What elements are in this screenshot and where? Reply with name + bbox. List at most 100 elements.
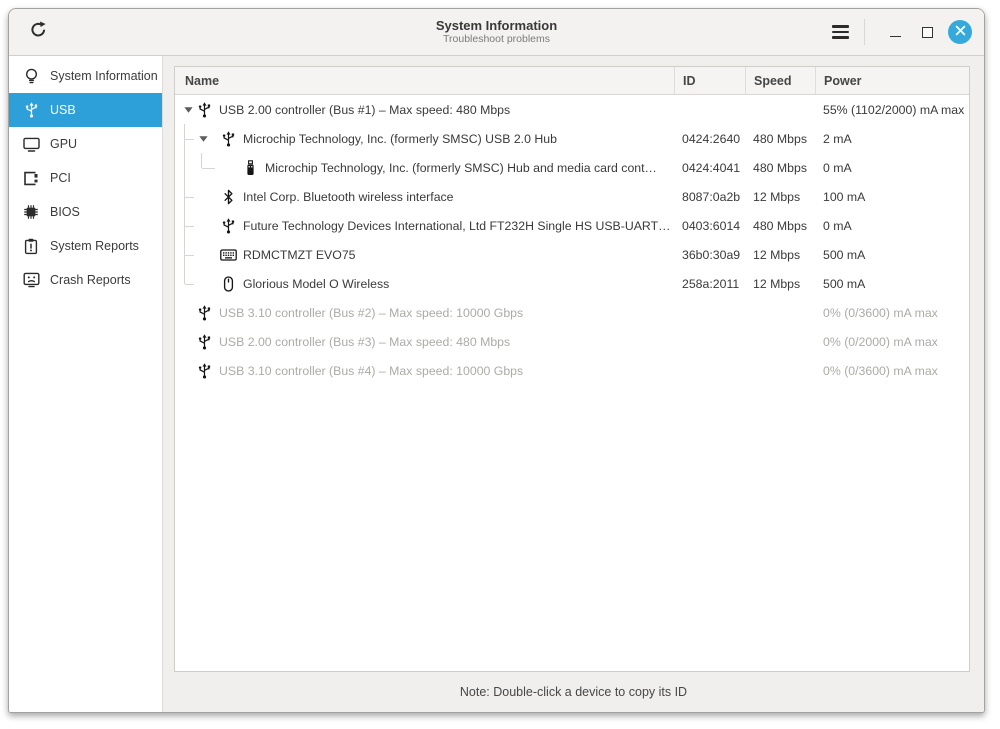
chip-icon xyxy=(22,203,40,221)
power-cell: 500 mA xyxy=(815,269,969,298)
speed-cell: 12 Mbps xyxy=(745,182,815,211)
name-cell: Glorious Model O Wireless xyxy=(175,269,674,298)
name-cell: RDMCTMZT EVO75 xyxy=(175,240,674,269)
lightbulb-icon xyxy=(22,67,40,85)
expander-slot xyxy=(180,327,196,356)
sidebar-item-usb[interactable]: USB xyxy=(9,93,162,127)
usb-icon xyxy=(220,130,237,147)
expander-slot xyxy=(180,298,196,327)
table-row[interactable]: Microchip Technology, Inc. (formerly SMS… xyxy=(175,124,969,153)
speed-cell: 480 Mbps xyxy=(745,211,815,240)
sidebar-item-label: PCI xyxy=(50,171,71,185)
sidebar-item-label: System Reports xyxy=(50,239,139,253)
device-name: USB 3.10 controller (Bus #4) – Max speed… xyxy=(219,364,523,378)
window-subtitle: Troubleshoot problems xyxy=(443,33,550,46)
name-cell: Microchip Technology, Inc. (formerly SMS… xyxy=(175,153,674,182)
id-cell: 0403:6014 xyxy=(674,211,745,240)
name-cell: Microchip Technology, Inc. (formerly SMS… xyxy=(175,124,674,153)
sidebar-item-pci[interactable]: PCI xyxy=(9,161,162,195)
id-cell: 0424:4041 xyxy=(674,153,745,182)
titlebar: System Information Troubleshoot problems xyxy=(9,9,984,56)
refresh-button[interactable] xyxy=(23,17,53,47)
hamburger-menu-icon xyxy=(832,25,849,27)
speed-cell: 480 Mbps xyxy=(745,124,815,153)
expander-icon[interactable] xyxy=(180,95,196,124)
crash-face-icon xyxy=(22,271,40,289)
usb-icon xyxy=(196,304,213,321)
sidebar-item-label: Crash Reports xyxy=(50,273,131,287)
id-cell xyxy=(674,356,745,385)
speed-cell: 480 Mbps xyxy=(745,153,815,182)
app-window: System Information Troubleshoot problems… xyxy=(8,8,985,713)
name-cell: Future Technology Devices International,… xyxy=(175,211,674,240)
window-title: System Information xyxy=(436,18,557,33)
clipboard-report-icon xyxy=(22,237,40,255)
sidebar-item-crash-reports[interactable]: Crash Reports xyxy=(9,263,162,297)
sidebar-item-gpu[interactable]: GPU xyxy=(9,127,162,161)
table-row[interactable]: Glorious Model O Wireless258a:201112 Mbp… xyxy=(175,269,969,298)
name-cell: USB 3.10 controller (Bus #4) – Max speed… xyxy=(175,356,674,385)
device-name: RDMCTMZT EVO75 xyxy=(243,248,356,262)
usb-icon xyxy=(196,362,213,379)
speed-cell xyxy=(745,298,815,327)
device-table: Name ID Speed Power USB 2.00 controller … xyxy=(174,66,970,672)
column-header-speed[interactable]: Speed xyxy=(745,67,815,94)
power-cell: 500 mA xyxy=(815,240,969,269)
pci-card-icon xyxy=(22,169,40,187)
expander-slot xyxy=(194,211,220,240)
tree-guide xyxy=(180,182,194,211)
table-row[interactable]: USB 2.00 controller (Bus #1) – Max speed… xyxy=(175,95,969,124)
table-row[interactable]: Microchip Technology, Inc. (formerly SMS… xyxy=(175,153,969,182)
menu-button[interactable] xyxy=(825,17,855,47)
tree-guide xyxy=(180,211,194,240)
table-row[interactable]: USB 3.10 controller (Bus #2) – Max speed… xyxy=(175,298,969,327)
table-row[interactable]: Intel Corp. Bluetooth wireless interface… xyxy=(175,182,969,211)
table-row[interactable]: USB 3.10 controller (Bus #4) – Max speed… xyxy=(175,356,969,385)
id-cell xyxy=(674,95,745,124)
table-row[interactable]: USB 2.00 controller (Bus #3) – Max speed… xyxy=(175,327,969,356)
usb-icon xyxy=(196,101,213,118)
table-body: USB 2.00 controller (Bus #1) – Max speed… xyxy=(175,95,969,385)
usb-drive-icon xyxy=(242,159,259,176)
expander-slot xyxy=(194,182,220,211)
usb-icon xyxy=(220,217,237,234)
power-cell: 0% (0/2000) mA max xyxy=(815,327,969,356)
device-name: Glorious Model O Wireless xyxy=(243,277,389,291)
maximize-button[interactable] xyxy=(914,19,940,45)
table-row[interactable]: Future Technology Devices International,… xyxy=(175,211,969,240)
expander-slot xyxy=(180,356,196,385)
name-cell: USB 2.00 controller (Bus #3) – Max speed… xyxy=(175,327,674,356)
id-cell xyxy=(674,327,745,356)
column-header-name[interactable]: Name xyxy=(175,67,674,94)
speed-cell: 12 Mbps xyxy=(745,240,815,269)
speed-cell xyxy=(745,356,815,385)
close-button[interactable] xyxy=(948,20,972,44)
table-row[interactable]: RDMCTMZT EVO7536b0:30a912 Mbps500 mA xyxy=(175,240,969,269)
power-cell: 100 mA xyxy=(815,182,969,211)
column-header-power[interactable]: Power xyxy=(815,67,969,94)
power-cell: 55% (1102/2000) mA max xyxy=(815,95,969,124)
sidebar-item-label: USB xyxy=(50,103,76,117)
column-header-id[interactable]: ID xyxy=(674,67,745,94)
power-cell: 0 mA xyxy=(815,211,969,240)
device-name: USB 2.00 controller (Bus #1) – Max speed… xyxy=(219,103,510,117)
power-cell: 0% (0/3600) mA max xyxy=(815,298,969,327)
name-cell: USB 2.00 controller (Bus #1) – Max speed… xyxy=(175,95,674,124)
expander-icon[interactable] xyxy=(194,124,220,153)
tree-guide xyxy=(180,269,194,298)
sidebar-item-system-information[interactable]: System Information xyxy=(9,59,162,93)
device-name: Microchip Technology, Inc. (formerly SMS… xyxy=(243,132,557,146)
usb-icon xyxy=(22,101,40,119)
id-cell: 8087:0a2b xyxy=(674,182,745,211)
sidebar-item-bios[interactable]: BIOS xyxy=(9,195,162,229)
device-name: Microchip Technology, Inc. (formerly SMS… xyxy=(265,161,657,175)
minimize-button[interactable] xyxy=(882,19,908,45)
tree-guide xyxy=(194,153,228,182)
expander-slot xyxy=(194,240,220,269)
power-cell: 2 mA xyxy=(815,124,969,153)
sidebar-item-system-reports[interactable]: System Reports xyxy=(9,229,162,263)
keyboard-icon xyxy=(220,246,237,263)
bluetooth-icon xyxy=(220,188,237,205)
usb-icon xyxy=(196,333,213,350)
sidebar-item-label: System Information xyxy=(50,69,158,83)
